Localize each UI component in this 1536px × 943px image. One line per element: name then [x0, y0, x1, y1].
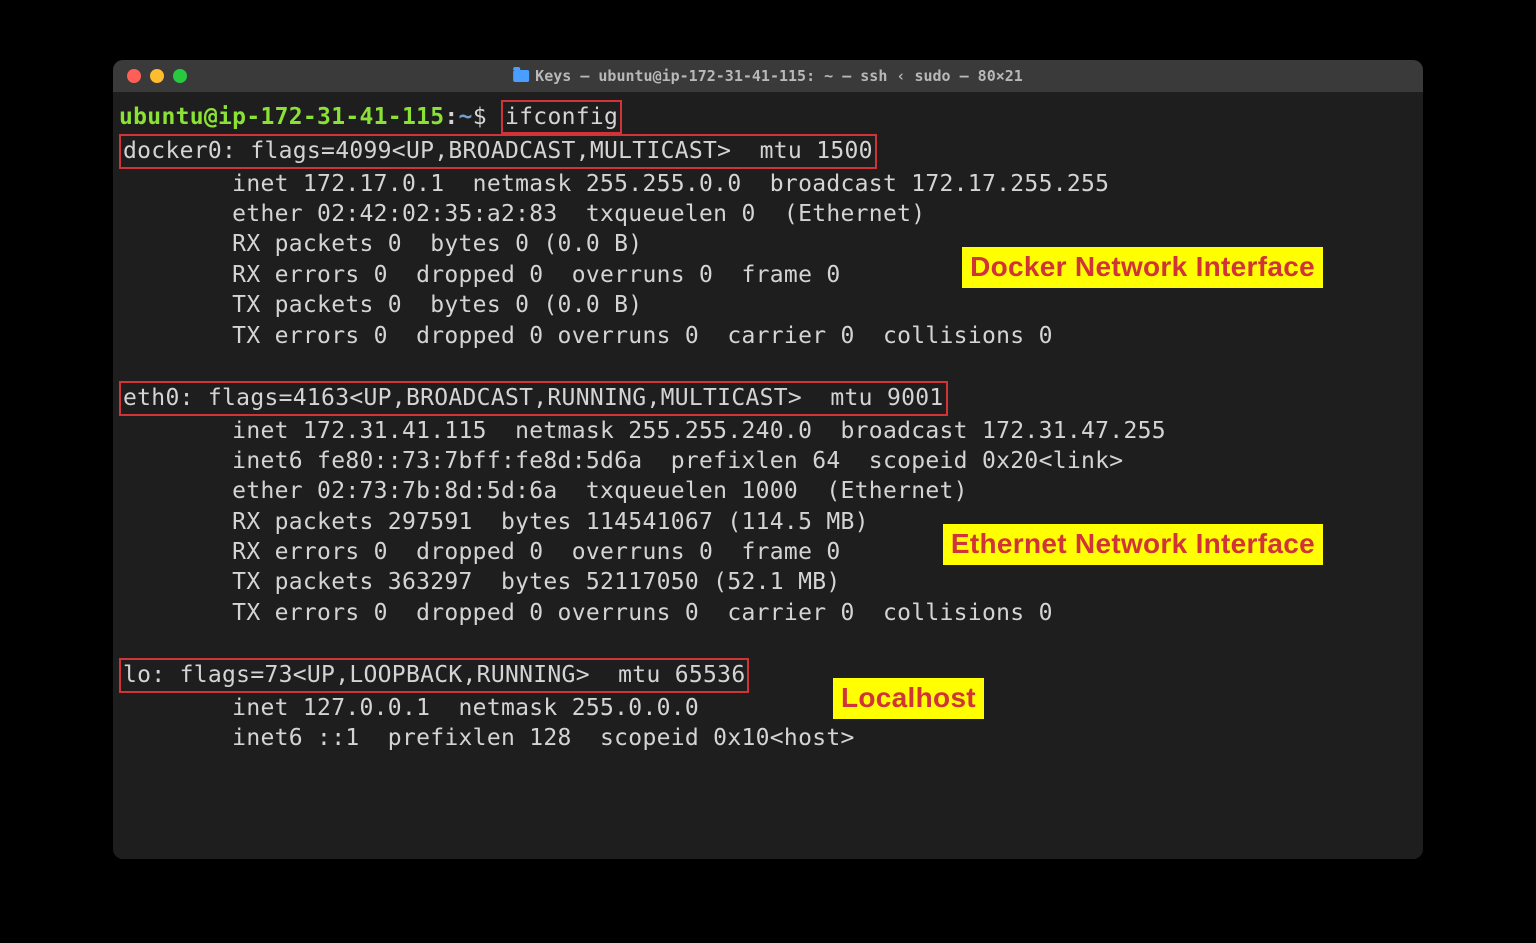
traffic-lights [127, 69, 187, 83]
terminal-body[interactable]: ubuntu@ip-172-31-41-115:~$ ifconfig dock… [113, 92, 1423, 859]
docker0-header-box: docker0: flags=4099<UP,BROADCAST,MULTICA… [119, 134, 877, 168]
lo-header-box: lo: flags=73<UP,LOOPBACK,RUNNING> mtu 65… [119, 658, 749, 692]
close-icon[interactable] [127, 69, 141, 83]
annotation-ethernet: Ethernet Network Interface [943, 524, 1323, 565]
annotation-docker: Docker Network Interface [962, 247, 1323, 288]
command-highlight: ifconfig [501, 100, 622, 134]
eth0-header-box: eth0: flags=4163<UP,BROADCAST,RUNNING,MU… [119, 381, 948, 415]
eth0-rx-errors: RX errors 0 dropped 0 overruns 0 frame 0 [119, 539, 841, 565]
maximize-icon[interactable] [173, 69, 187, 83]
eth0-inet: inet 172.31.41.115 netmask 255.255.240.0… [119, 418, 1166, 444]
prompt-user: ubuntu@ip-172-31-41-115 [119, 104, 444, 130]
docker0-rx-packets: RX packets 0 bytes 0 (0.0 B) [119, 231, 642, 257]
docker0-header: docker0: flags=4099<UP,BROADCAST,MULTICA… [123, 138, 873, 164]
lo-inet: inet 127.0.0.1 netmask 255.0.0.0 [119, 695, 699, 721]
lo-header: lo: flags=73<UP,LOOPBACK,RUNNING> mtu 65… [123, 662, 745, 688]
prompt-colon: : [444, 104, 458, 130]
minimize-icon[interactable] [150, 69, 164, 83]
terminal-window: Keys — ubuntu@ip-172-31-41-115: ~ — ssh … [113, 60, 1423, 859]
prompt-path: ~ [459, 104, 473, 130]
command-text: ifconfig [505, 104, 618, 130]
window-title: Keys — ubuntu@ip-172-31-41-115: ~ — ssh … [513, 67, 1023, 85]
docker0-tx-packets: TX packets 0 bytes 0 (0.0 B) [119, 292, 642, 318]
window-titlebar[interactable]: Keys — ubuntu@ip-172-31-41-115: ~ — ssh … [113, 60, 1423, 92]
eth0-header: eth0: flags=4163<UP,BROADCAST,RUNNING,MU… [123, 385, 944, 411]
docker0-inet: inet 172.17.0.1 netmask 255.255.0.0 broa… [119, 171, 1109, 197]
lo-inet6: inet6 ::1 prefixlen 128 scopeid 0x10<hos… [119, 725, 855, 751]
folder-icon [513, 70, 529, 82]
eth0-tx-packets: TX packets 363297 bytes 52117050 (52.1 M… [119, 569, 841, 595]
eth0-ether: ether 02:73:7b:8d:5d:6a txqueuelen 1000 … [119, 478, 968, 504]
docker0-rx-errors: RX errors 0 dropped 0 overruns 0 frame 0 [119, 262, 841, 288]
title-label: Keys — ubuntu@ip-172-31-41-115: ~ — ssh … [535, 67, 1023, 85]
docker0-ether: ether 02:42:02:35:a2:83 txqueuelen 0 (Et… [119, 201, 925, 227]
annotation-localhost: Localhost [833, 678, 984, 719]
prompt-dollar: $ [473, 104, 501, 130]
eth0-tx-errors: TX errors 0 dropped 0 overruns 0 carrier… [119, 600, 1053, 626]
eth0-rx-packets: RX packets 297591 bytes 114541067 (114.5… [119, 509, 869, 535]
eth0-inet6: inet6 fe80::73:7bff:fe8d:5d6a prefixlen … [119, 448, 1123, 474]
docker0-tx-errors: TX errors 0 dropped 0 overruns 0 carrier… [119, 323, 1053, 349]
